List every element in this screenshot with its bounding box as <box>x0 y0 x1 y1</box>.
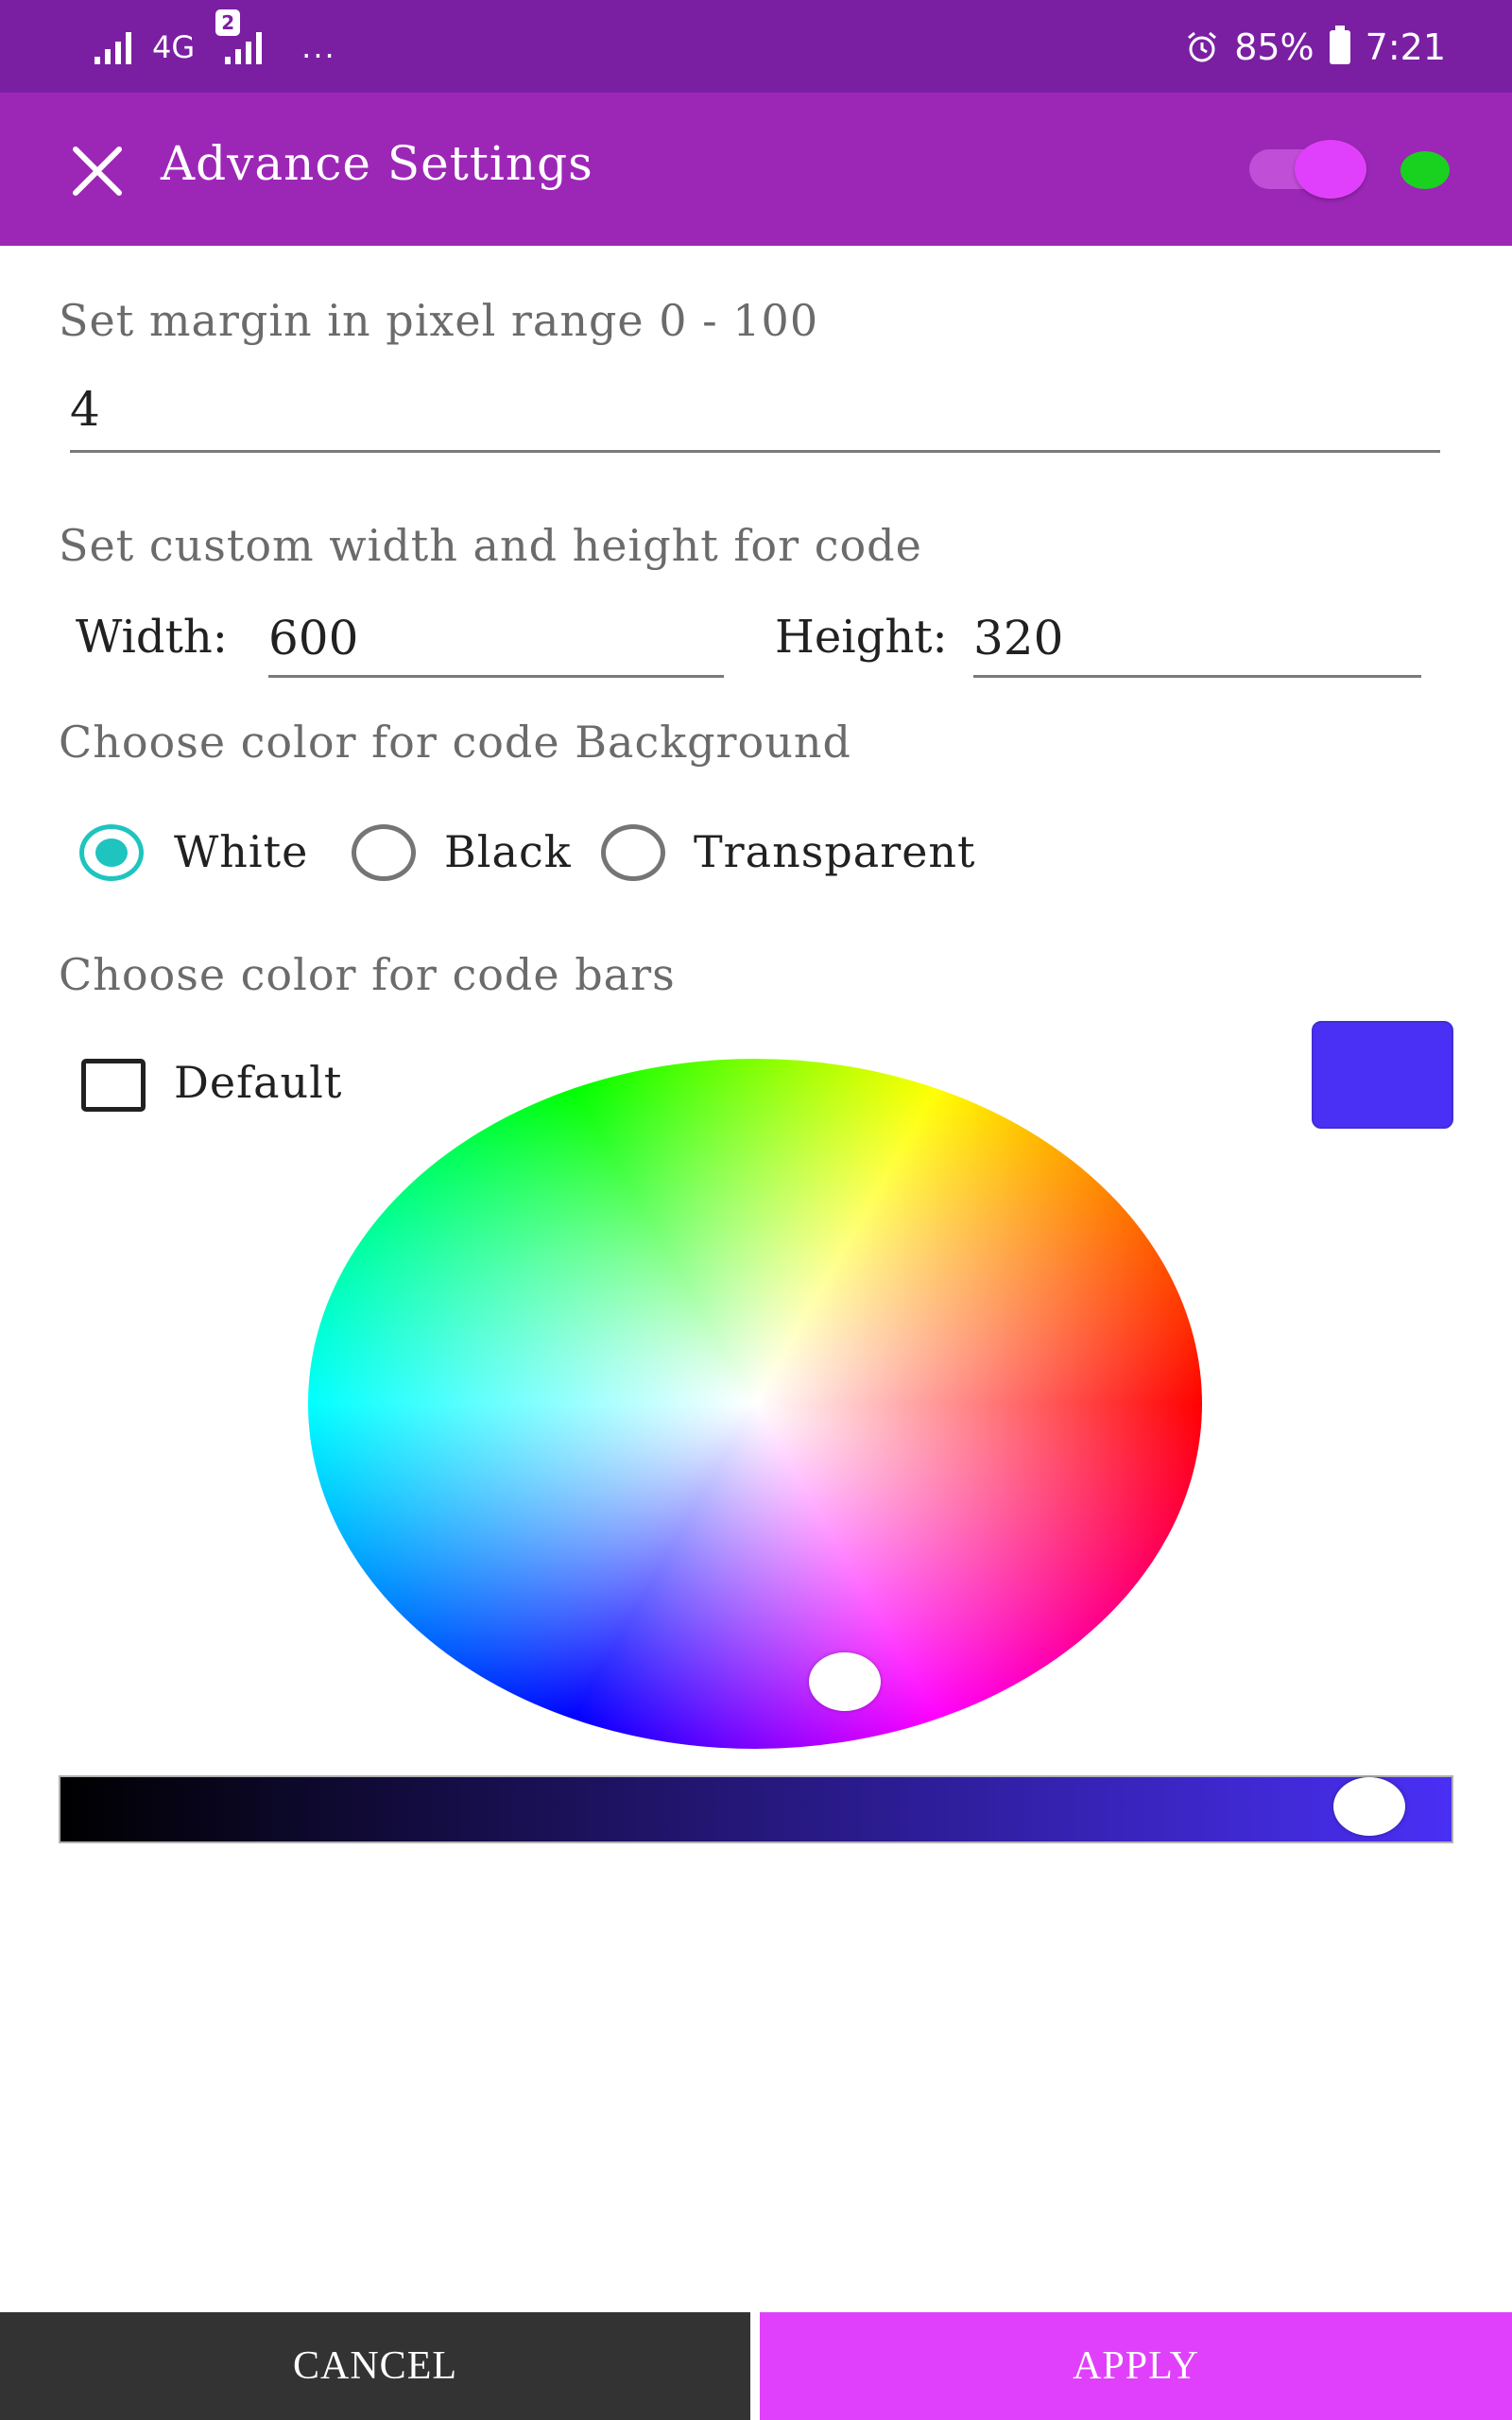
width-input-underline <box>268 675 724 678</box>
margin-input-underline <box>70 450 1440 453</box>
radio-outer <box>352 824 416 881</box>
background-color-label: Choose color for code Background <box>59 717 851 768</box>
status-right: 85% 7:21 <box>1185 21 1446 74</box>
selected-color-swatch <box>1312 1021 1453 1129</box>
app-bar: Advance Settings <box>0 93 1512 246</box>
clock: 7:21 <box>1365 26 1446 68</box>
toggle-thumb <box>1295 140 1366 199</box>
bottom-action-bar: CANCEL APPLY <box>0 2312 1512 2420</box>
radio-black-label[interactable]: Black <box>444 826 572 877</box>
status-indicator <box>1400 151 1450 189</box>
sim2-badge: 2 <box>215 9 241 36</box>
margin-input[interactable]: 4 <box>70 382 100 437</box>
default-checkbox[interactable] <box>81 1059 146 1112</box>
width-input[interactable]: 600 <box>268 611 358 666</box>
radio-dot <box>95 838 128 867</box>
radio-transparent-label[interactable]: Transparent <box>694 826 976 877</box>
size-label: Set custom width and height for code <box>59 520 922 571</box>
alarm-icon <box>1188 31 1217 62</box>
height-input[interactable]: 320 <box>973 611 1063 666</box>
close-icon[interactable] <box>64 138 130 204</box>
status-bar: 4G 2 ... 85% 7:21 <box>0 0 1512 93</box>
battery-icon <box>1329 26 1350 64</box>
radio-black[interactable] <box>352 824 421 887</box>
apply-button[interactable]: APPLY <box>760 2312 1512 2420</box>
height-label: Height: <box>775 611 948 664</box>
color-wheel[interactable] <box>308 1059 1202 1749</box>
color-wheel-thumb[interactable] <box>809 1652 881 1711</box>
bars-color-label: Choose color for code bars <box>59 949 676 1000</box>
status-left: 4G 2 ... <box>94 9 336 74</box>
radio-transparent[interactable] <box>601 824 671 887</box>
margin-label: Set margin in pixel range 0 - 100 <box>59 295 819 346</box>
battery-percent: 85% <box>1234 26 1314 68</box>
page-title: Advance Settings <box>161 136 593 191</box>
brightness-slider[interactable] <box>59 1775 1453 1843</box>
height-input-underline <box>973 675 1421 678</box>
radio-white-label[interactable]: White <box>174 826 308 877</box>
width-label: Width: <box>76 611 228 664</box>
enable-toggle[interactable] <box>1249 140 1366 199</box>
brightness-slider-thumb[interactable] <box>1333 1777 1406 1836</box>
signal-sim2-icon: 2 <box>215 9 263 64</box>
more-notifications-icon: ... <box>301 29 336 65</box>
signal-sim1-icon <box>94 30 131 64</box>
network-type: 4G <box>152 29 196 65</box>
radio-outer <box>601 824 665 881</box>
cancel-button[interactable]: CANCEL <box>0 2312 750 2420</box>
radio-white[interactable] <box>79 824 149 887</box>
